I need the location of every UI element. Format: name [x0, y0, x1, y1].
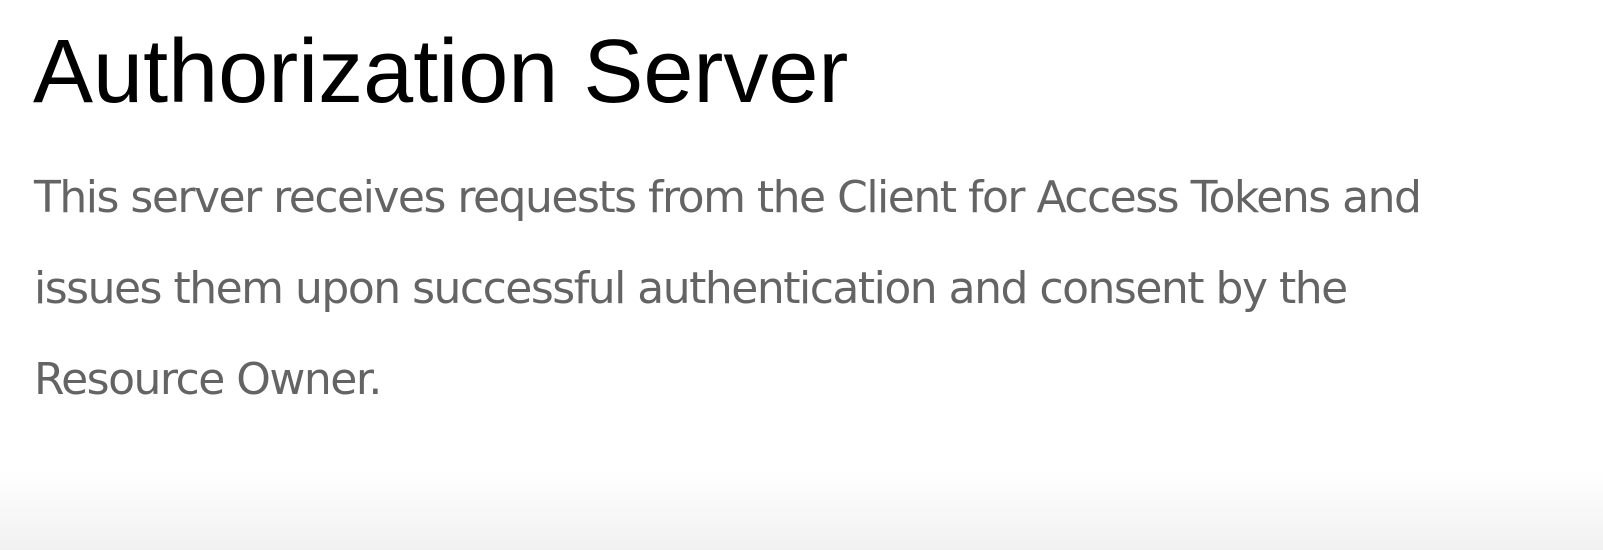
slide-title: Authorization Server — [33, 22, 849, 122]
body-line: Resource Owner. — [34, 354, 382, 405]
slide: Authorization Server This server receive… — [0, 0, 1603, 550]
body-line: issues them upon successful authenticati… — [34, 263, 1348, 314]
slide-body-text: This server receives requests from the C… — [34, 152, 1574, 425]
body-line: This server receives requests from the C… — [34, 172, 1422, 223]
